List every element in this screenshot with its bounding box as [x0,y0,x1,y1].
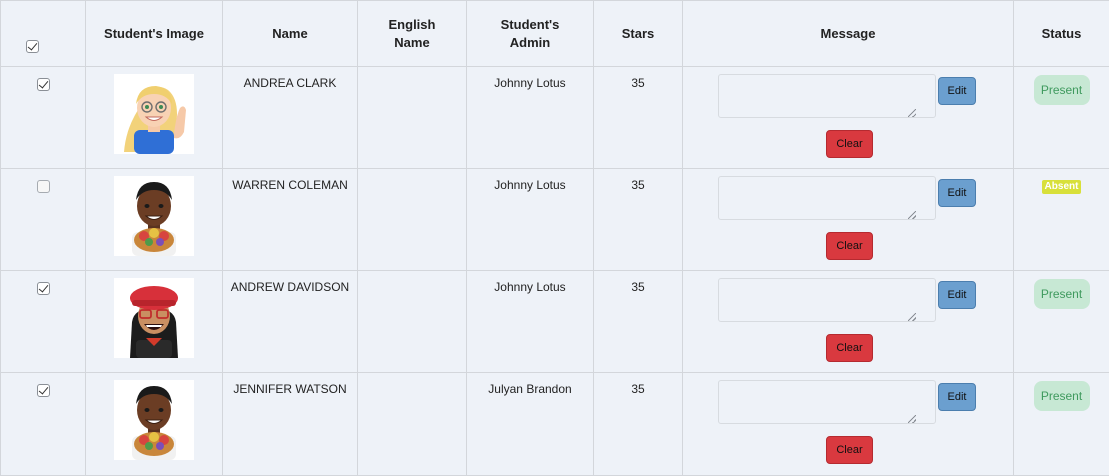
english-name-cell [358,169,467,271]
edit-button[interactable]: Edit [938,179,976,207]
clear-button[interactable]: Clear [826,232,873,260]
student-admin: Julyan Brandon [467,383,593,396]
admin-cell: Johnny Lotus [467,169,594,271]
row-select-cell [1,271,86,373]
status-badge[interactable]: Present [1034,279,1090,309]
student-image-cell [86,373,223,476]
edit-button[interactable]: Edit [938,281,976,309]
clear-button[interactable]: Clear [826,334,873,362]
header-name: Name [223,1,358,67]
student-name-cell: WARREN COLEMAN [223,169,358,271]
student-name: ANDREW DAVIDSON [223,281,357,294]
header-message: Message [683,1,1014,67]
resize-grip-icon[interactable] [908,211,916,219]
student-name: ANDREA CLARK [223,77,357,90]
status-cell: Present [1014,67,1109,169]
header-english-name: English Name [358,1,467,67]
header-stars: Stars [594,1,683,67]
edit-button[interactable]: Edit [938,383,976,411]
stars-count: 35 [594,179,682,192]
row-select-checkbox[interactable] [37,78,50,91]
status-cell: Present [1014,271,1109,373]
row-select-cell [1,169,86,271]
header-english-name-line1: English [358,16,466,34]
english-name-cell [358,271,467,373]
stars-cell: 35 [594,67,683,169]
table-row: WARREN COLEMAN Johnny Lotus 35 Edit Clea… [1,169,1109,271]
status-badge[interactable]: Present [1034,75,1090,105]
row-select-checkbox[interactable] [37,384,50,397]
admin-cell: Johnny Lotus [467,67,594,169]
student-image-cell [86,271,223,373]
stars-count: 35 [594,281,682,294]
blonde-girl-waving-avatar [114,74,194,154]
header-english-name-line2: Name [358,34,466,52]
message-cell: Edit Clear [683,373,1014,476]
table-row: JENNIFER WATSON Julyan Brandon 35 Edit C… [1,373,1109,476]
student-name-cell: ANDREA CLARK [223,67,358,169]
student-admin: Johnny Lotus [467,179,593,192]
student-name: WARREN COLEMAN [223,179,357,192]
student-image-cell [86,67,223,169]
student-name-cell: JENNIFER WATSON [223,373,358,476]
message-cell: Edit Clear [683,169,1014,271]
resize-grip-icon[interactable] [908,415,916,423]
clear-button[interactable]: Clear [826,130,873,158]
message-textarea[interactable] [718,380,936,424]
header-select-all-cell [1,1,86,67]
stars-count: 35 [594,77,682,90]
header-students-image: Student's Image [86,1,223,67]
header-admin-line2: Admin [467,34,593,52]
resize-grip-icon[interactable] [908,313,916,321]
row-select-checkbox[interactable] [37,180,50,193]
status-badge[interactable]: Absent [1042,180,1082,194]
status-cell: Absent [1014,169,1109,271]
row-select-checkbox[interactable] [37,282,50,295]
header-status: Status [1014,1,1109,67]
resize-grip-icon[interactable] [908,109,916,117]
english-name-cell [358,67,467,169]
status-badge[interactable]: Present [1034,381,1090,411]
message-textarea[interactable] [718,74,936,118]
status-cell: Present [1014,373,1109,476]
english-name-cell [358,373,467,476]
message-cell: Edit Clear [683,271,1014,373]
student-name: JENNIFER WATSON [223,383,357,396]
student-admin: Johnny Lotus [467,281,593,294]
stars-cell: 35 [594,169,683,271]
header-students-admin: Student's Admin [467,1,594,67]
message-textarea[interactable] [718,278,936,322]
header-row: Student's Image Name English Name Studen… [1,1,1109,67]
red-beret-glasses-avatar [114,278,194,358]
boy-with-flowers-avatar [114,380,194,460]
student-roster-table: Student's Image Name English Name Studen… [0,0,1109,476]
select-all-checkbox[interactable] [26,40,39,53]
edit-button[interactable]: Edit [938,77,976,105]
table-row: ANDREA CLARK Johnny Lotus 35 Edit Clear … [1,67,1109,169]
table-row: ANDREW DAVIDSON Johnny Lotus 35 Edit Cle… [1,271,1109,373]
clear-button[interactable]: Clear [826,436,873,464]
stars-cell: 35 [594,271,683,373]
stars-cell: 35 [594,373,683,476]
student-image-cell [86,169,223,271]
admin-cell: Johnny Lotus [467,271,594,373]
row-select-cell [1,373,86,476]
student-admin: Johnny Lotus [467,77,593,90]
student-name-cell: ANDREW DAVIDSON [223,271,358,373]
message-textarea[interactable] [718,176,936,220]
boy-with-flowers-avatar [114,176,194,256]
message-cell: Edit Clear [683,67,1014,169]
header-admin-line1: Student's [467,16,593,34]
stars-count: 35 [594,383,682,396]
admin-cell: Julyan Brandon [467,373,594,476]
row-select-cell [1,67,86,169]
